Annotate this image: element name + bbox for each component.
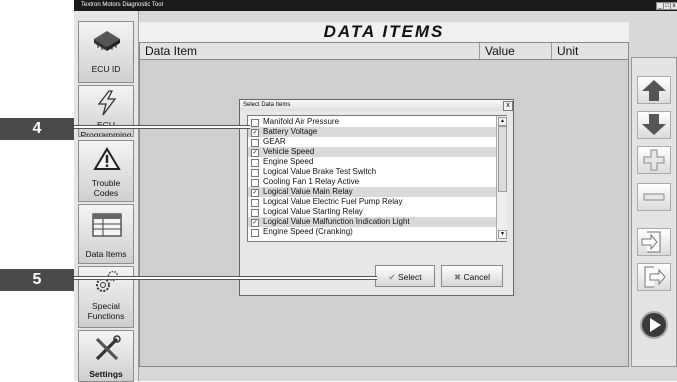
gears-icon [96, 270, 119, 292]
start-button[interactable] [637, 309, 671, 341]
tools-icon [95, 335, 121, 361]
checkbox[interactable] [251, 199, 259, 207]
cancel-button[interactable]: ✖ Cancel [441, 265, 503, 287]
move-down-button[interactable] [637, 111, 671, 139]
list-item[interactable]: ✓ Logical Value Malfunction Indication Li… [248, 217, 498, 227]
select-button-label: Select [397, 272, 422, 282]
dialog-title-bar: Select Data Items [240, 100, 513, 111]
sidebar: ECU ID ECU Programming Trouble Codes Dat… [74, 11, 139, 382]
checkbox[interactable] [251, 209, 259, 217]
scroll-down-arrow-icon[interactable]: ▼ [498, 230, 507, 239]
list-item[interactable]: ✓ Vehicle Speed [248, 147, 498, 157]
list-item[interactable]: Logical Value Electric Fuel Pump Relay [248, 197, 498, 207]
checkbox[interactable] [251, 139, 259, 147]
checkbox[interactable] [251, 179, 259, 187]
sidebar-item-label: Settings [89, 369, 123, 379]
cancel-x-icon: ✖ [454, 272, 462, 282]
export-button[interactable] [637, 263, 671, 291]
dialog-close-button[interactable]: x [503, 101, 513, 111]
sidebar-item-settings[interactable]: Settings [78, 330, 134, 382]
data-items-list[interactable]: Manifold Air Pressure ✓ Battery Voltage G… [247, 115, 507, 242]
list-item[interactable]: Engine Speed [248, 157, 498, 167]
import-button[interactable] [637, 228, 671, 256]
title-bar: Textron Motors Diagnostic Tool _ □ x [74, 0, 677, 11]
list-item[interactable]: Manifold Air Pressure [248, 117, 498, 127]
checkbox[interactable]: ✓ [251, 189, 259, 197]
checkbox[interactable]: ✓ [251, 219, 259, 227]
cancel-button-label: Cancel [463, 272, 490, 282]
play-icon [640, 311, 668, 339]
column-header-unit[interactable]: Unit [552, 43, 628, 59]
page-title: DATA ITEMS [139, 22, 629, 42]
plus-icon [643, 149, 665, 171]
arrow-down-icon [642, 114, 666, 135]
minus-icon [643, 193, 665, 201]
checkbox[interactable] [251, 169, 259, 177]
checkbox[interactable] [251, 119, 259, 127]
list-item[interactable]: Logical Value Starting Relay [248, 207, 498, 217]
import-icon [641, 231, 661, 253]
list-item[interactable]: Cooling Fan 1 Relay Active [248, 177, 498, 187]
checkbox[interactable]: ✓ [251, 149, 259, 157]
checkbox[interactable] [251, 229, 259, 237]
sidebar-item-data-items[interactable]: Data Items [78, 204, 134, 264]
window-title: Textron Motors Diagnostic Tool [81, 2, 163, 8]
callout-5-leader [74, 276, 377, 280]
list-item[interactable]: Logical Value Brake Test Switch [248, 167, 498, 177]
sidebar-item-ecu-id[interactable]: ECU ID [78, 21, 134, 83]
table-header: Data Item Value Unit [140, 43, 628, 60]
checkbox[interactable]: ✓ [251, 129, 259, 137]
lightning-icon [97, 90, 117, 116]
column-header-value[interactable]: Value [480, 43, 552, 59]
callout-4-leader [74, 125, 250, 129]
callout-5: 5 [0, 269, 74, 291]
list-scrollbar[interactable]: ▲ ▼ [496, 116, 507, 241]
sidebar-item-ecu-programming[interactable]: ECU Programming [78, 85, 134, 137]
select-button[interactable]: ✔ Select [375, 265, 435, 287]
move-up-button[interactable] [637, 76, 671, 104]
checkmark-icon: ✔ [388, 272, 396, 282]
sidebar-item-label: Trouble Codes [91, 178, 121, 198]
dialog-title: Select Data Items [243, 102, 291, 108]
sidebar-item-label: Data Items [85, 249, 127, 259]
table-icon [92, 213, 122, 237]
sidebar-item-trouble-codes[interactable]: Trouble Codes [78, 140, 134, 202]
add-item-button[interactable] [637, 146, 671, 174]
sidebar-item-label: Special Functions [87, 301, 125, 321]
arrow-up-icon [642, 80, 666, 101]
warning-icon [93, 147, 121, 170]
scroll-up-arrow-icon[interactable]: ▲ [498, 117, 507, 126]
checkbox[interactable] [251, 159, 259, 167]
remove-item-button[interactable] [637, 183, 671, 211]
close-button[interactable]: x [670, 2, 677, 10]
list-item[interactable]: ✓ Battery Voltage [248, 127, 498, 137]
list-item[interactable]: Engine Speed (Cranking) [248, 227, 498, 237]
chip-icon [94, 31, 120, 51]
list-item[interactable]: GEAR [248, 137, 498, 147]
export-icon [644, 266, 666, 288]
callout-4: 4 [0, 118, 74, 140]
scroll-thumb[interactable] [498, 126, 507, 192]
column-header-data-item[interactable]: Data Item [140, 43, 480, 59]
sidebar-item-label: ECU ID [91, 64, 121, 74]
list-item[interactable]: ✓ Logical Value Main Relay [248, 187, 498, 197]
